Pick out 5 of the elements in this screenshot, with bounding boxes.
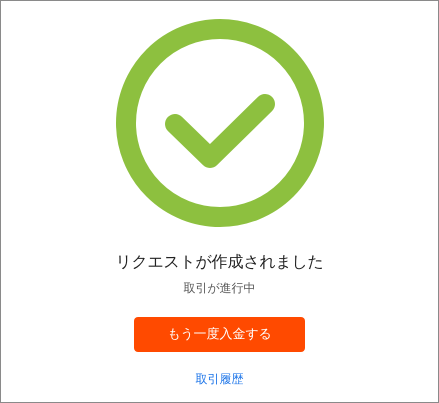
history-link[interactable]: 取引履歴 [196, 370, 244, 388]
success-title: リクエストが作成されました [116, 252, 324, 272]
deposit-again-button[interactable]: もう一度入金する [134, 317, 305, 352]
checkmark-icon [114, 18, 324, 228]
status-text: 取引が進行中 [184, 280, 256, 298]
